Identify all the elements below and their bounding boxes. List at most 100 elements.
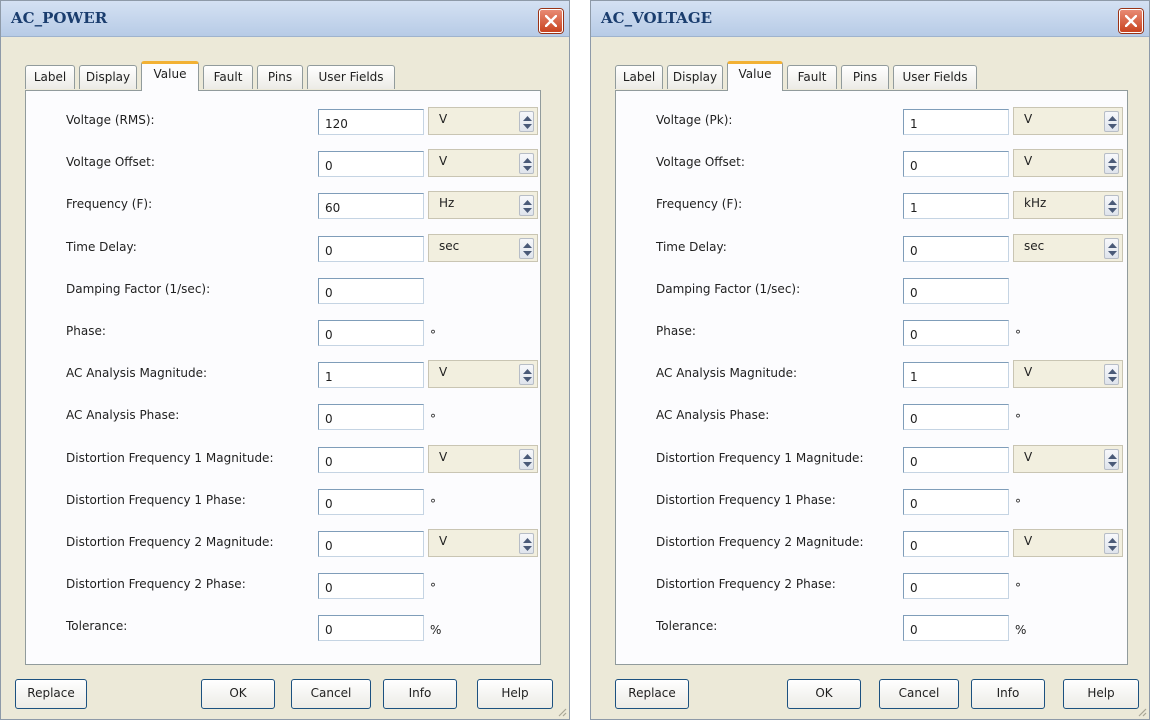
- resize-grip-icon[interactable]: [555, 705, 567, 717]
- value-input[interactable]: 120: [318, 109, 424, 135]
- tab-pins[interactable]: Pins: [257, 65, 303, 89]
- value-input[interactable]: 0: [318, 151, 424, 178]
- cancel-button[interactable]: Cancel: [291, 679, 371, 709]
- field-row-voltage-rms: Voltage (RMS): 120 V: [26, 105, 540, 137]
- help-button[interactable]: Help: [1063, 679, 1139, 709]
- value-input[interactable]: 0: [903, 488, 1009, 515]
- spinner-arrows-icon[interactable]: [519, 237, 534, 259]
- unit-label: kHz: [1024, 196, 1047, 211]
- unit-select[interactable]: Hz: [428, 191, 538, 220]
- arrow-up-icon: [1108, 242, 1117, 248]
- unit-suffix: °: [430, 581, 436, 596]
- spinner-arrows-icon[interactable]: [1104, 448, 1119, 470]
- value-input[interactable]: 0: [318, 573, 424, 600]
- unit-select[interactable]: V: [428, 529, 538, 557]
- value-input[interactable]: 0: [318, 404, 424, 431]
- tab-value[interactable]: Value: [141, 61, 199, 91]
- info-button[interactable]: Info: [383, 679, 457, 709]
- tab-user-fields[interactable]: User Fields: [307, 65, 395, 89]
- value-input[interactable]: 0: [318, 531, 424, 557]
- value-input[interactable]: 0: [903, 151, 1009, 178]
- value-input[interactable]: 0: [903, 446, 1009, 473]
- close-button[interactable]: [539, 9, 563, 33]
- unit-select[interactable]: V: [428, 107, 538, 135]
- unit-select[interactable]: V: [428, 360, 538, 389]
- value-input[interactable]: 0: [903, 235, 1009, 262]
- value-input[interactable]: 0: [318, 446, 424, 473]
- value-input[interactable]: 0: [903, 573, 1009, 600]
- spinner-arrows-icon[interactable]: [1104, 111, 1119, 132]
- field-label: Phase:: [66, 324, 106, 338]
- field-label: Distortion Frequency 2 Magnitude:: [66, 535, 274, 549]
- info-button[interactable]: Info: [971, 679, 1045, 709]
- spinner-arrows-icon[interactable]: [1104, 533, 1119, 554]
- unit-select[interactable]: V: [1013, 149, 1123, 178]
- unit-select[interactable]: V: [1013, 529, 1123, 557]
- spinner-arrows-icon[interactable]: [519, 153, 534, 175]
- arrow-up-icon: [1108, 200, 1117, 206]
- close-icon: [545, 15, 557, 27]
- replace-button[interactable]: Replace: [615, 679, 689, 709]
- field-row-distortion-frequency-1-phase: Distortion Frequency 1 Phase: 0 °: [26, 485, 540, 517]
- cancel-button[interactable]: Cancel: [879, 679, 959, 709]
- unit-label: V: [439, 449, 448, 464]
- value-input[interactable]: 0: [318, 235, 424, 262]
- value-input[interactable]: 0: [903, 404, 1009, 431]
- spinner-arrows-icon[interactable]: [1104, 237, 1119, 259]
- tab-label[interactable]: Label: [615, 65, 663, 89]
- field-row-voltage-offset: Voltage Offset: 0 V: [26, 147, 540, 179]
- value-input[interactable]: 0: [903, 320, 1009, 346]
- value-input[interactable]: 60: [318, 193, 424, 220]
- unit-select[interactable]: sec: [428, 233, 538, 262]
- unit-select[interactable]: kHz: [1013, 191, 1123, 220]
- unit-select[interactable]: sec: [1013, 233, 1123, 262]
- field-row-distortion-frequency-2-magnitude: Distortion Frequency 2 Magnitude: 0 V: [616, 527, 1127, 559]
- value-input[interactable]: 1: [903, 109, 1009, 135]
- field-label: Distortion Frequency 2 Phase:: [656, 577, 836, 592]
- ok-button[interactable]: OK: [201, 679, 275, 709]
- value-input[interactable]: 0: [318, 320, 424, 346]
- help-button[interactable]: Help: [477, 679, 553, 709]
- spinner-arrows-icon[interactable]: [519, 195, 534, 217]
- value-input[interactable]: 1: [903, 193, 1009, 220]
- tab-user-fields[interactable]: User Fields: [893, 65, 977, 89]
- tab-display[interactable]: Display: [667, 65, 723, 89]
- spinner-arrows-icon[interactable]: [1104, 364, 1119, 386]
- spinner-arrows-icon[interactable]: [519, 448, 534, 470]
- spinner-arrows-icon[interactable]: [1104, 195, 1119, 217]
- unit-label: V: [1024, 449, 1033, 464]
- spinner-arrows-icon[interactable]: [1104, 153, 1119, 175]
- value-input[interactable]: 0: [903, 531, 1009, 557]
- unit-select[interactable]: V: [428, 444, 538, 473]
- close-icon: [1125, 15, 1137, 27]
- field-label: Distortion Frequency 1 Phase:: [656, 492, 836, 507]
- tab-label[interactable]: Label: [25, 65, 75, 89]
- value-input[interactable]: 0: [318, 277, 424, 304]
- tab-pins[interactable]: Pins: [841, 65, 889, 89]
- replace-button[interactable]: Replace: [15, 679, 87, 709]
- unit-select[interactable]: V: [428, 149, 538, 178]
- value-input[interactable]: 1: [318, 362, 424, 389]
- title-bar: AC_POWER: [1, 1, 569, 37]
- unit-select[interactable]: V: [1013, 360, 1123, 389]
- unit-label: V: [1024, 112, 1033, 126]
- dialog-title: AC_POWER: [11, 9, 108, 27]
- tab-value[interactable]: Value: [727, 61, 783, 91]
- ok-button[interactable]: OK: [787, 679, 861, 709]
- spinner-arrows-icon[interactable]: [519, 533, 534, 554]
- field-row-phase: Phase: 0 °: [26, 316, 540, 348]
- tab-fault[interactable]: Fault: [787, 65, 837, 89]
- resize-grip-icon[interactable]: [1135, 705, 1147, 717]
- spinner-arrows-icon[interactable]: [519, 364, 534, 386]
- value-input[interactable]: 0: [903, 615, 1009, 642]
- value-input[interactable]: 0: [318, 615, 424, 642]
- tab-fault[interactable]: Fault: [203, 65, 253, 89]
- close-button[interactable]: [1119, 9, 1143, 33]
- spinner-arrows-icon[interactable]: [519, 111, 534, 132]
- value-input[interactable]: 0: [903, 277, 1009, 304]
- tab-display[interactable]: Display: [79, 65, 137, 89]
- unit-select[interactable]: V: [1013, 107, 1123, 135]
- unit-select[interactable]: V: [1013, 444, 1123, 473]
- value-input[interactable]: 1: [903, 362, 1009, 389]
- value-input[interactable]: 0: [318, 488, 424, 515]
